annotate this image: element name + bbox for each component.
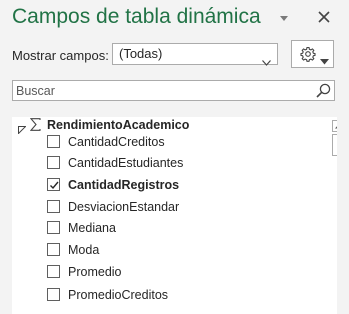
- tools-button[interactable]: [291, 40, 334, 68]
- search-icon[interactable]: [316, 83, 331, 98]
- field-checkbox[interactable]: [47, 200, 60, 213]
- field-item[interactable]: CantidadRegistros: [47, 175, 317, 195]
- field-checkbox[interactable]: [47, 221, 60, 234]
- show-fields-dropdown[interactable]: (Todas): [112, 43, 278, 66]
- field-checkbox[interactable]: [47, 156, 60, 169]
- field-label: CantidadCreditos: [68, 135, 165, 149]
- checkmark-icon: [50, 181, 59, 190]
- close-icon[interactable]: [316, 9, 332, 25]
- field-label: CantidadEstudiantes: [68, 156, 184, 170]
- field-item[interactable]: Mediana: [47, 218, 317, 238]
- scrollbar-thumb[interactable]: [332, 134, 337, 156]
- chevron-down-icon: [320, 52, 329, 65]
- search-input[interactable]: [13, 81, 306, 100]
- field-label: Mediana: [68, 221, 116, 235]
- search-box: [12, 80, 335, 101]
- table-node[interactable]: RendimientoAcademico: [12, 117, 312, 135]
- field-label: DesviacionEstandar: [68, 200, 180, 214]
- vertical-scrollbar[interactable]: [330, 117, 337, 314]
- field-item[interactable]: PromedioCreditos: [47, 285, 317, 305]
- field-item[interactable]: CantidadCreditos: [47, 132, 317, 152]
- field-label: Moda: [68, 243, 100, 257]
- table-name: RendimientoAcademico: [47, 118, 190, 132]
- field-label: CantidadRegistros: [68, 178, 180, 192]
- field-checkbox[interactable]: [47, 288, 60, 301]
- field-checkbox[interactable]: [47, 243, 60, 256]
- field-checkbox[interactable]: [47, 135, 60, 148]
- pane-title: Campos de tabla dinámica: [12, 5, 261, 28]
- field-item[interactable]: CantidadEstudiantes: [47, 153, 317, 173]
- sigma-icon: [29, 118, 41, 131]
- pane-options-icon[interactable]: [277, 12, 291, 26]
- chevron-down-icon: [262, 52, 271, 66]
- field-list: RendimientoAcademico CantidadCreditos Ca…: [12, 117, 337, 314]
- field-item[interactable]: Promedio: [47, 262, 317, 282]
- field-item[interactable]: DesviacionEstandar: [47, 197, 317, 217]
- show-fields-label: Mostrar campos:: [12, 48, 109, 63]
- field-checkbox-checked[interactable]: [47, 178, 60, 191]
- field-item[interactable]: Moda: [47, 240, 317, 260]
- scroll-up-arrow-icon[interactable]: [332, 120, 337, 132]
- gear-icon: [300, 46, 316, 62]
- field-label: PromedioCreditos: [68, 288, 169, 302]
- collapse-toggle-icon[interactable]: [18, 121, 27, 135]
- field-label: Promedio: [68, 265, 122, 279]
- field-checkbox[interactable]: [47, 265, 60, 278]
- show-fields-value: (Todas): [119, 46, 163, 61]
